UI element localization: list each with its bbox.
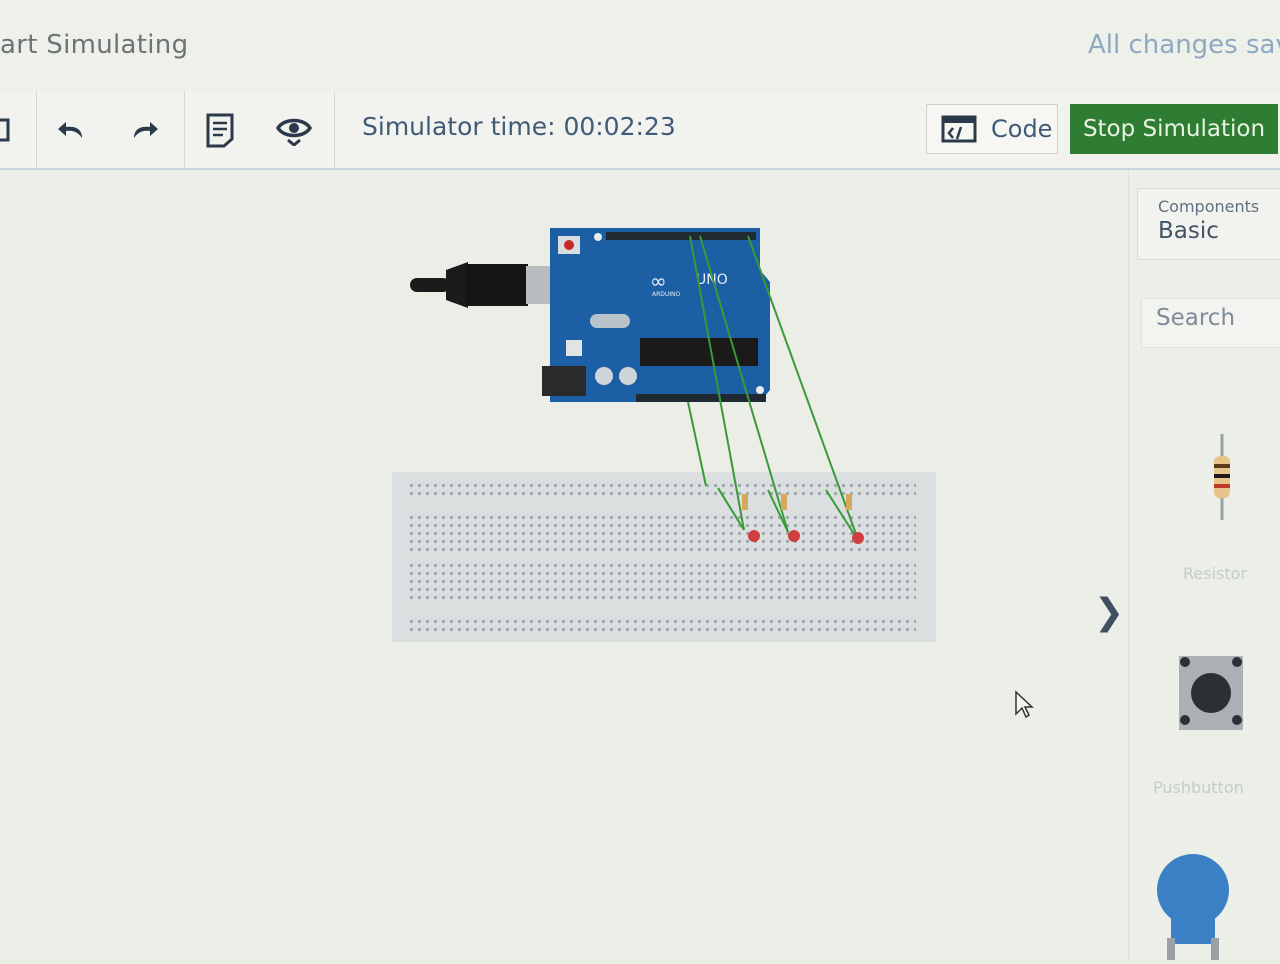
toolbar-divider: [334, 92, 335, 168]
view-button[interactable]: [258, 92, 330, 168]
workplane-canvas[interactable]: ∞ UNO ARDUINO: [0, 170, 1128, 960]
save-status: All changes sav: [1088, 30, 1280, 60]
view-icon: [276, 118, 312, 146]
code-icon: [941, 115, 977, 143]
notes-button[interactable]: [184, 92, 256, 168]
components-label: Components: [1158, 197, 1260, 216]
board-brand: ARDUINO: [652, 291, 681, 298]
undo-button[interactable]: [36, 92, 108, 168]
notes-icon: [206, 113, 234, 148]
simulator-time: Simulator time: 00:02:23: [362, 112, 676, 141]
code-button-label: Code: [991, 115, 1053, 143]
toolbar: Simulator time: 00:02:23 Code Stop Simul…: [0, 92, 1280, 170]
resistor-icon[interactable]: [1207, 432, 1237, 522]
mouse-cursor-icon: [1015, 690, 1034, 719]
title-bar: art Simulating All changes sav: [0, 0, 1280, 93]
code-button[interactable]: Code: [926, 104, 1058, 154]
svg-text:∞: ∞: [650, 269, 667, 293]
page-title: art Simulating: [0, 30, 189, 60]
search-input[interactable]: Search: [1141, 298, 1280, 348]
stop-simulation-button[interactable]: Stop Simulation: [1070, 104, 1278, 154]
new-icon: [0, 118, 10, 142]
components-value: Basic: [1158, 218, 1219, 244]
redo-button[interactable]: [108, 92, 180, 168]
components-dropdown[interactable]: Components Basic: [1137, 188, 1280, 260]
undo-icon: [58, 122, 82, 138]
components-sidebar: Components Basic Search Resistor Pushbut…: [1128, 170, 1280, 960]
arduino-uno-board[interactable]: ∞ UNO ARDUINO: [542, 228, 770, 402]
potentiometer-icon[interactable]: [1151, 850, 1235, 960]
new-button[interactable]: [0, 92, 36, 168]
circuit-drawing: ∞ UNO ARDUINO: [392, 228, 936, 642]
part-label-pushbutton: Pushbutton: [1153, 778, 1244, 797]
breadboard[interactable]: [392, 472, 936, 642]
part-label-resistor: Resistor: [1183, 564, 1247, 583]
redo-icon: [134, 122, 158, 138]
pushbutton-icon[interactable]: [1173, 650, 1249, 736]
chevron-right-icon[interactable]: ❯: [1094, 592, 1124, 633]
